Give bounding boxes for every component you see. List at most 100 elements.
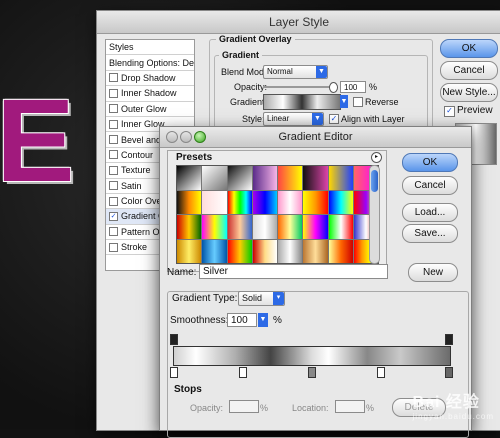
styles-list-item[interactable]: Styles bbox=[106, 40, 194, 56]
preset-swatch[interactable] bbox=[177, 190, 202, 214]
style-checkbox[interactable] bbox=[109, 196, 118, 206]
preset-swatch[interactable] bbox=[328, 190, 353, 214]
new-gradient-button[interactable]: New bbox=[408, 263, 458, 282]
preset-swatch[interactable] bbox=[278, 215, 303, 239]
styles-list-item-label: Inner Glow bbox=[121, 119, 165, 130]
preset-swatch[interactable] bbox=[303, 190, 328, 214]
style-checkbox[interactable] bbox=[109, 227, 118, 237]
chevron-down-icon[interactable]: ▼ bbox=[258, 313, 268, 327]
preview-checkbox[interactable]: ✓ bbox=[444, 106, 455, 117]
name-label: Name: bbox=[167, 267, 197, 278]
styles-list-item[interactable]: Blending Options: Default bbox=[106, 55, 194, 71]
styles-list-item-label: Styles bbox=[109, 42, 134, 53]
gradient-editor-dialog: Gradient Editor Presets ▸ OK Cancel Load… bbox=[159, 126, 472, 438]
preset-swatch[interactable] bbox=[177, 215, 202, 239]
styles-list-item[interactable]: Drop Shadow bbox=[106, 71, 194, 87]
preset-swatch[interactable] bbox=[252, 215, 277, 239]
presets-menu-icon[interactable]: ▸ bbox=[371, 152, 382, 163]
gradient-bar[interactable] bbox=[173, 346, 451, 366]
opacity-slider[interactable] bbox=[263, 82, 338, 93]
preset-swatch[interactable] bbox=[303, 239, 328, 263]
preset-swatch[interactable] bbox=[177, 239, 202, 263]
preset-swatch[interactable] bbox=[278, 190, 303, 214]
preset-swatch[interactable] bbox=[303, 166, 328, 190]
stops-label: Stops bbox=[174, 384, 202, 395]
blend-mode-select[interactable]: Normal ▼ bbox=[263, 65, 328, 79]
preset-swatch[interactable] bbox=[227, 215, 252, 239]
preset-swatch[interactable] bbox=[227, 190, 252, 214]
preset-swatch[interactable] bbox=[328, 215, 353, 239]
style-checkbox[interactable] bbox=[109, 181, 118, 191]
styles-list-item-label: Satin bbox=[121, 180, 142, 191]
style-value: Linear bbox=[267, 114, 290, 123]
preset-swatch[interactable] bbox=[202, 215, 227, 239]
blend-mode-value: Normal bbox=[267, 67, 293, 76]
preset-swatch[interactable] bbox=[252, 239, 277, 263]
reverse-checkbox[interactable] bbox=[353, 97, 363, 107]
opacity-input[interactable]: 100 bbox=[340, 81, 366, 93]
preset-swatch[interactable] bbox=[227, 239, 252, 263]
styles-list-item[interactable]: Inner Shadow bbox=[106, 86, 194, 102]
minimize-window-icon[interactable] bbox=[180, 131, 192, 143]
chevron-down-icon[interactable]: ▼ bbox=[340, 95, 348, 108]
preset-swatch[interactable] bbox=[328, 166, 353, 190]
preset-swatch[interactable] bbox=[252, 190, 277, 214]
styles-list-item[interactable]: Outer Glow bbox=[106, 102, 194, 117]
opacity-slider-thumb[interactable] bbox=[329, 82, 338, 93]
style-checkbox[interactable] bbox=[109, 242, 118, 252]
stop-opacity-input[interactable] bbox=[229, 400, 259, 413]
preset-swatch[interactable] bbox=[227, 166, 252, 190]
close-window-icon[interactable] bbox=[166, 131, 178, 143]
layer-style-ok-button[interactable]: OK bbox=[440, 39, 498, 58]
color-stop-1[interactable] bbox=[170, 367, 178, 378]
preset-swatch[interactable] bbox=[202, 166, 227, 190]
style-checkbox[interactable] bbox=[109, 88, 118, 98]
preset-swatch[interactable] bbox=[202, 239, 227, 263]
gradient-name-input[interactable]: Silver bbox=[199, 264, 388, 279]
styles-list-item-label: Contour bbox=[121, 149, 154, 160]
smoothness-input[interactable]: 100 bbox=[227, 313, 257, 327]
preset-swatch[interactable] bbox=[278, 166, 303, 190]
style-checkbox[interactable] bbox=[109, 150, 118, 160]
gradient-type-select[interactable]: Solid ▾ bbox=[238, 291, 285, 306]
stop-opacity-unit: % bbox=[260, 403, 269, 413]
zoom-window-icon[interactable] bbox=[194, 131, 206, 143]
style-checkbox[interactable] bbox=[109, 165, 118, 175]
style-checkbox[interactable] bbox=[109, 73, 118, 83]
new-style-button[interactable]: New Style... bbox=[440, 83, 498, 102]
color-stop-4[interactable] bbox=[377, 367, 385, 378]
style-checkbox[interactable] bbox=[109, 104, 118, 114]
presets-scrollbar[interactable] bbox=[369, 165, 380, 264]
color-stop-2[interactable] bbox=[239, 367, 247, 378]
preset-swatch-grid[interactable] bbox=[176, 165, 379, 264]
gradient-cancel-button[interactable]: Cancel bbox=[402, 176, 458, 195]
preset-swatch[interactable] bbox=[278, 239, 303, 263]
stop-location-label: Location: bbox=[292, 403, 329, 413]
watermark-text: Bai 经验 bbox=[412, 394, 480, 411]
preset-swatch[interactable] bbox=[303, 215, 328, 239]
stop-location-input[interactable] bbox=[335, 400, 365, 413]
style-select[interactable]: Linear ▼ bbox=[263, 112, 324, 126]
color-stop-3[interactable] bbox=[308, 367, 316, 378]
gradient-editor-title: Gradient Editor bbox=[278, 131, 353, 143]
preset-swatch[interactable] bbox=[177, 166, 202, 190]
load-button[interactable]: Load... bbox=[402, 203, 458, 222]
opacity-stop-right[interactable] bbox=[445, 334, 453, 345]
align-with-layer-checkbox[interactable]: ✓ bbox=[329, 114, 339, 124]
gradient-ok-button[interactable]: OK bbox=[402, 153, 458, 172]
style-checkbox[interactable] bbox=[109, 119, 118, 129]
opacity-stop-left[interactable] bbox=[170, 334, 178, 345]
gradient-preview[interactable] bbox=[263, 94, 341, 110]
stop-opacity-label: Opacity: bbox=[190, 403, 224, 413]
style-checkbox[interactable] bbox=[109, 135, 118, 145]
preset-swatch[interactable] bbox=[252, 166, 277, 190]
preset-swatch[interactable] bbox=[328, 239, 353, 263]
color-stop-5[interactable] bbox=[445, 367, 453, 378]
preset-swatch[interactable] bbox=[202, 190, 227, 214]
presets-scroll-thumb[interactable] bbox=[371, 170, 378, 192]
presets-label: Presets bbox=[176, 152, 213, 163]
layer-style-title: Layer Style bbox=[97, 11, 500, 34]
style-checkbox[interactable]: ✓ bbox=[109, 211, 118, 221]
save-button[interactable]: Save... bbox=[402, 224, 458, 243]
layer-style-cancel-button[interactable]: Cancel bbox=[440, 61, 498, 80]
